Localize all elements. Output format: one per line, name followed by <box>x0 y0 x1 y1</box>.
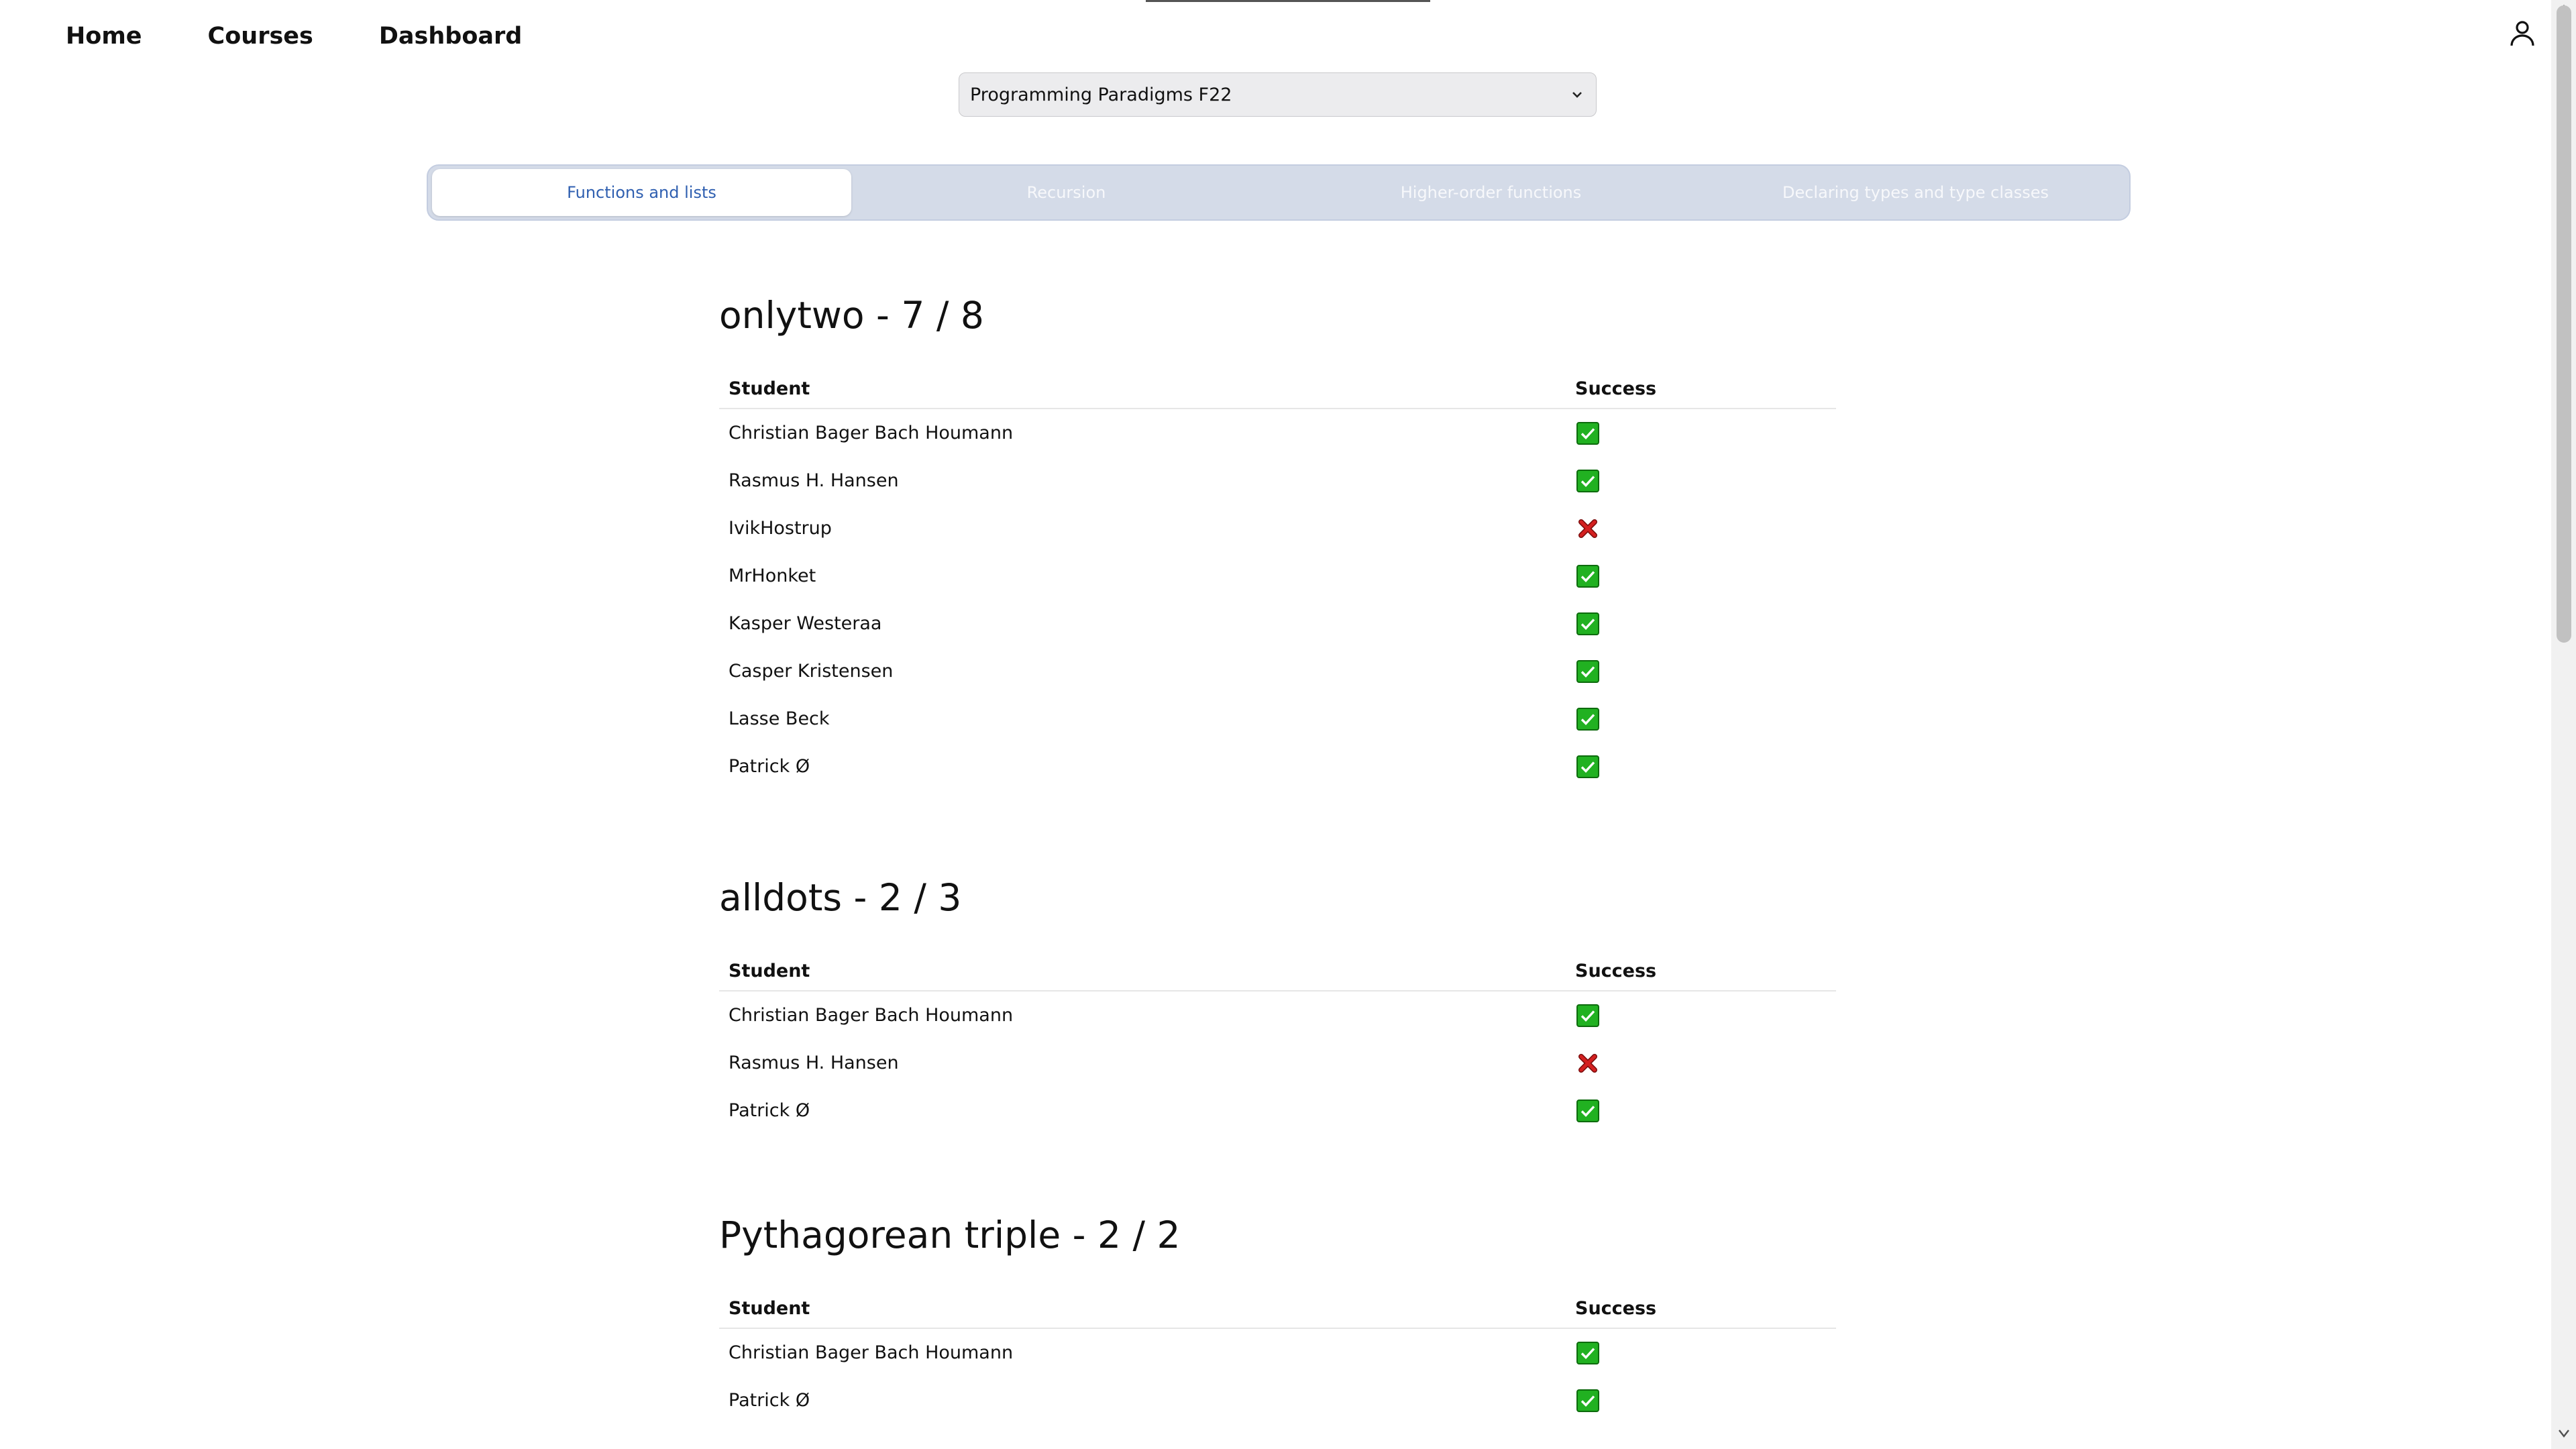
user-button[interactable] <box>2506 17 2538 50</box>
top-divider <box>1146 0 1430 2</box>
student-name: Christian Bager Bach Houmann <box>729 423 1014 443</box>
success-cell <box>1566 1087 1836 1134</box>
success-cell <box>1566 504 1836 552</box>
check-icon <box>1576 707 1599 731</box>
course-select-value: Programming Paradigms F22 <box>970 84 1232 105</box>
success-cell <box>1566 695 1836 743</box>
check-icon <box>1576 1004 1599 1027</box>
exercise-title: onlytwo - 7 / 8 <box>719 294 984 337</box>
exercise-section: alldots - 2 / 3 Student Success Christian B… <box>719 871 1836 1134</box>
student-name: MrHonket <box>729 566 816 586</box>
student-name: Rasmus H. Hansen <box>729 470 899 491</box>
student-name: IvikHostrup <box>729 518 832 539</box>
table-row: MrHonket <box>719 552 1836 600</box>
tab-functions-and-lists[interactable]: Functions and lists <box>432 169 851 216</box>
nav-dashboard-link[interactable]: Dashboard <box>379 23 522 50</box>
student-name: Kasper Westeraa <box>729 613 882 634</box>
student-name: Patrick Ø <box>729 1100 810 1121</box>
success-cell <box>1566 600 1836 647</box>
nav-home-link[interactable]: Home <box>66 23 142 50</box>
results-content: onlytwo - 7 / 8 Student Success Christian B… <box>719 288 1836 1424</box>
success-cell <box>1566 1328 1836 1377</box>
table-row: Casper Kristensen <box>719 647 1836 695</box>
check-icon <box>1576 469 1599 492</box>
table-row: Patrick Ø <box>719 1377 1836 1424</box>
table-row: Christian Bager Bach Houmann <box>719 1328 1836 1377</box>
table-row: Patrick Ø <box>719 1087 1836 1134</box>
student-name: Rasmus H. Hansen <box>729 1053 899 1073</box>
table-row: Lasse Beck <box>719 695 1836 743</box>
scroll-thumb[interactable] <box>2557 5 2571 643</box>
student-name: Patrick Ø <box>729 1390 810 1411</box>
check-icon <box>1576 659 1599 683</box>
success-cell <box>1566 552 1836 600</box>
success-column-header: Success <box>1566 951 1836 991</box>
check-icon <box>1576 755 1599 778</box>
check-icon <box>1576 1389 1599 1412</box>
table-row: Rasmus H. Hansen <box>719 1039 1836 1087</box>
top-nav: Home Courses Dashboard <box>66 23 522 50</box>
cross-icon <box>1578 519 1597 538</box>
check-icon <box>1576 1341 1599 1364</box>
student-column-header: Student <box>719 951 1566 991</box>
tab-recursion[interactable]: Recursion <box>857 169 1276 216</box>
student-column-header: Student <box>719 1289 1566 1329</box>
cross-icon <box>1578 1053 1597 1073</box>
table-header-row: Student Success <box>719 369 1836 409</box>
check-icon <box>1576 612 1599 635</box>
scroll-down-icon[interactable] <box>2558 1429 2570 1438</box>
table-row: Rasmus H. Hansen <box>719 457 1836 504</box>
student-name: Patrick Ø <box>729 756 810 777</box>
student-column-header: Student <box>719 369 1566 409</box>
chevron-down-icon <box>1572 92 1582 98</box>
tab-higher-order-functions[interactable]: Higher-order functions <box>1281 169 1701 216</box>
table-row: Christian Bager Bach Houmann <box>719 409 1836 457</box>
check-icon <box>1576 1099 1599 1122</box>
student-name: Christian Bager Bach Houmann <box>729 1005 1014 1026</box>
success-cell <box>1566 991 1836 1039</box>
table-header-row: Student Success <box>719 1289 1836 1329</box>
table-row: Christian Bager Bach Houmann <box>719 991 1836 1039</box>
student-name: Casper Kristensen <box>729 661 894 682</box>
results-table: Student Success Christian Bager Bach Houma… <box>719 1289 1836 1424</box>
student-name: Lasse Beck <box>729 708 830 729</box>
student-name: Christian Bager Bach Houmann <box>729 1342 1014 1363</box>
check-icon <box>1576 564 1599 588</box>
check-icon <box>1576 421 1599 445</box>
exercise-title: alldots - 2 / 3 <box>719 876 962 919</box>
course-select[interactable]: Programming Paradigms F22 <box>959 72 1597 117</box>
scrollbar[interactable] <box>2551 0 2576 1449</box>
success-column-header: Success <box>1566 1289 1836 1329</box>
table-row: Patrick Ø <box>719 743 1836 790</box>
table-header-row: Student Success <box>719 951 1836 991</box>
user-icon <box>2510 21 2534 46</box>
success-cell <box>1566 1377 1836 1424</box>
exercise-section: Pythagorean triple - 2 / 2 Student Success… <box>719 1208 1836 1424</box>
exercise-section: onlytwo - 7 / 8 Student Success Christian B… <box>719 288 1836 790</box>
table-row: IvikHostrup <box>719 504 1836 552</box>
success-cell <box>1566 743 1836 790</box>
results-table: Student Success Christian Bager Bach Houma… <box>719 951 1836 1134</box>
results-table: Student Success Christian Bager Bach Houma… <box>719 369 1836 790</box>
success-cell <box>1566 647 1836 695</box>
success-column-header: Success <box>1566 369 1836 409</box>
exercise-tabs: Functions and lists Recursion Higher-ord… <box>427 164 2131 221</box>
success-cell <box>1566 1039 1836 1087</box>
success-cell <box>1566 409 1836 457</box>
tab-declaring-types[interactable]: Declaring types and type classes <box>1706 169 2125 216</box>
success-cell <box>1566 457 1836 504</box>
table-row: Kasper Westeraa <box>719 600 1836 647</box>
exercise-title: Pythagorean triple - 2 / 2 <box>719 1214 1181 1256</box>
nav-courses-link[interactable]: Courses <box>208 23 313 50</box>
